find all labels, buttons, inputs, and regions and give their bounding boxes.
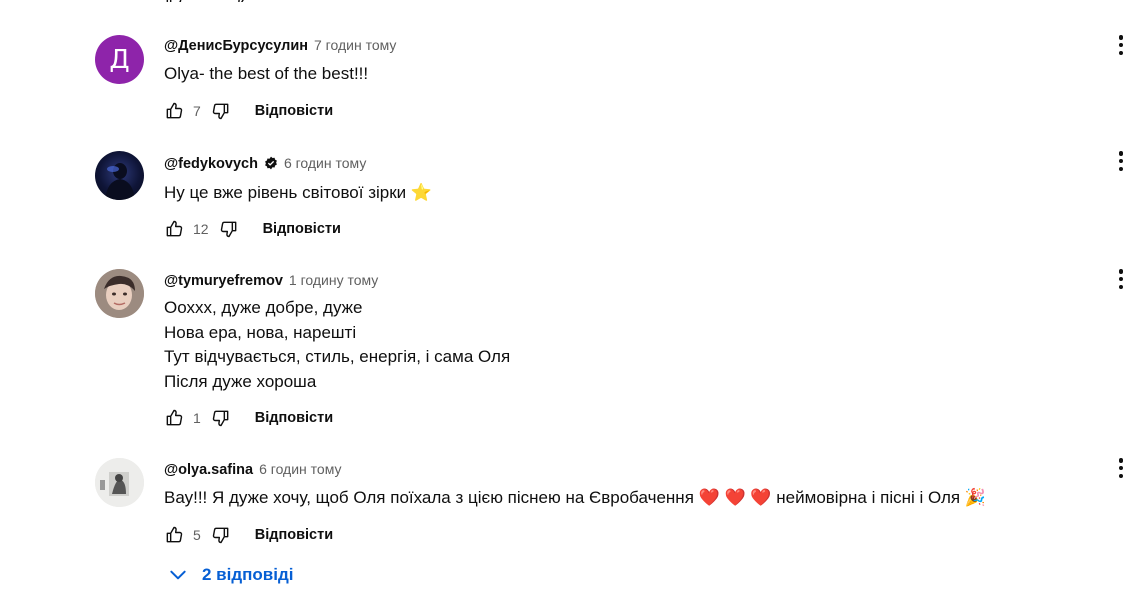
comment-text: Olya- the best of the best!!!	[164, 62, 368, 87]
like-button[interactable]	[164, 219, 184, 239]
comment-time[interactable]: 6 годин тому	[259, 461, 341, 477]
dislike-icon	[220, 221, 236, 238]
dislike-button[interactable]	[219, 219, 239, 239]
like-button[interactable]	[164, 408, 184, 428]
reply-button[interactable]: Відповісти	[263, 221, 341, 237]
comment-text: Вау!!! Я дуже хочу, щоб Оля поїхала з ці…	[164, 486, 986, 511]
comment-header: @ДенисБурсусулин 7 годин тому	[164, 37, 396, 54]
verified-badge-icon	[264, 156, 278, 170]
like-button[interactable]	[164, 525, 184, 545]
more-actions-icon[interactable]	[1114, 33, 1128, 57]
avatar-image	[105, 163, 135, 200]
like-icon	[166, 102, 183, 119]
more-actions-icon[interactable]	[1114, 149, 1128, 173]
comment-time[interactable]: 1 годину тому	[289, 272, 378, 288]
like-button[interactable]	[164, 101, 184, 121]
comment-header: @tymuryefremov 1 годину тому	[164, 272, 378, 289]
dislike-icon	[212, 410, 229, 427]
comment-line: Після дуже хороша	[164, 371, 317, 391]
comment-author[interactable]: @olya.safina	[164, 462, 253, 478]
dislike-icon	[212, 103, 229, 120]
reply-button[interactable]: Відповісти	[255, 410, 333, 426]
like-count: 5	[193, 527, 201, 543]
reply-button[interactable]: Відповісти	[255, 527, 333, 543]
comment-line: Тут відчувається, стиль, енергія, і сама…	[164, 347, 511, 366]
dislike-icon	[212, 527, 229, 544]
like-icon	[166, 409, 183, 426]
avatar[interactable]	[95, 269, 144, 318]
like-count: 7	[193, 103, 201, 119]
comment-line: Ну це вже рівень світової зірки ⭐	[164, 183, 433, 202]
comment-actions: 7 Відповісти	[164, 99, 333, 123]
reply-button[interactable]: Відповісти	[255, 103, 333, 119]
comment-actions: 5 Відповісти	[164, 523, 333, 547]
comment-line: Нова ера, нова, нарешті	[164, 322, 357, 342]
more-actions-icon[interactable]	[1114, 456, 1128, 480]
replies-count-label: 2 відповіді	[202, 565, 294, 584]
avatar-image	[95, 458, 144, 507]
avatar-image	[95, 269, 144, 318]
comment-line: Вау!!! Я дуже хочу, щоб Оля поїхала з ці…	[164, 488, 987, 507]
comment-text: Ооххх, дуже добре, дуже Нова ера, нова, …	[164, 296, 510, 394]
comment-author[interactable]: @ДенисБурсусулин	[164, 38, 308, 54]
comment-header: @olya.safina 6 годин тому	[164, 461, 341, 478]
show-replies-button[interactable]: 2 відповіді	[168, 565, 293, 585]
like-icon	[166, 220, 183, 237]
avatar[interactable]	[95, 151, 144, 200]
comment-author[interactable]: @tymuryefremov	[164, 273, 283, 289]
dislike-icon[interactable]	[231, 0, 251, 2]
comment-text: Ну це вже рівень світової зірки ⭐	[164, 181, 432, 206]
more-actions-icon[interactable]	[1114, 267, 1128, 291]
comment-line: Ооххх, дуже добре, дуже	[164, 298, 363, 317]
previous-comment-actions	[164, 0, 364, 2]
comment-actions: 12 Відповісти	[164, 217, 341, 241]
dislike-button[interactable]	[211, 408, 231, 428]
comment-time[interactable]: 7 годин тому	[314, 37, 396, 53]
like-count: 12	[193, 221, 209, 237]
dislike-button[interactable]	[211, 525, 231, 545]
like-count: 1	[193, 410, 201, 426]
dislike-button[interactable]	[211, 101, 231, 121]
avatar-letter: Д	[109, 44, 130, 75]
chevron-down-icon	[170, 570, 186, 580]
avatar[interactable]: Д	[95, 35, 144, 84]
comment-header: @fedykovych 6 годин тому	[164, 154, 366, 172]
comment-line: Olya- the best of the best!!!	[164, 64, 369, 83]
comment-time[interactable]: 6 годин тому	[284, 155, 366, 171]
comment-author[interactable]: @fedykovych	[164, 156, 258, 172]
avatar[interactable]	[95, 458, 144, 507]
like-icon	[166, 526, 183, 543]
comment-actions: 1 Відповісти	[164, 406, 333, 430]
like-icon[interactable]	[164, 0, 184, 2]
